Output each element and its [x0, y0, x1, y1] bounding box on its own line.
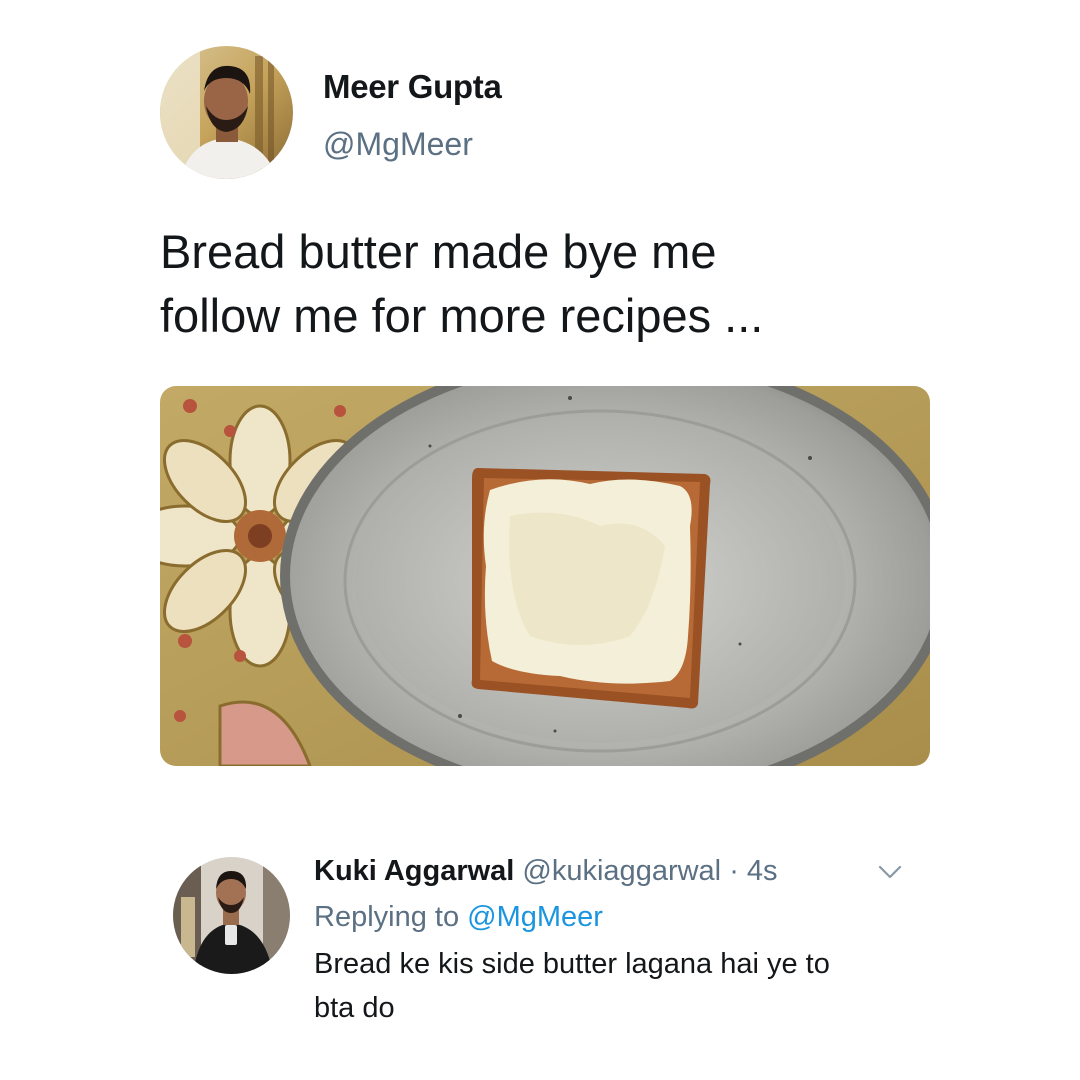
tweet-text-line: Bread butter made bye me: [160, 225, 717, 278]
reply-header: Kuki Aggarwal @kukiaggarwal · 4s: [314, 852, 934, 890]
reply-author-handle[interactable]: @kukiaggarwal: [522, 855, 721, 887]
reply-text-line: Bread ke kis side butter lagana hai ye t…: [314, 948, 830, 980]
tweet-header: Meer Gupta @MgMeer: [160, 46, 920, 182]
replying-to-handle-link[interactable]: @MgMeer: [467, 901, 603, 933]
reply-author-name[interactable]: Kuki Aggarwal: [314, 855, 514, 887]
reply-tweet[interactable]: Kuki Aggarwal @kukiaggarwal · 4s Replyin…: [314, 852, 934, 1030]
replying-to-line: Replying to @MgMeer: [314, 898, 934, 936]
tweet-photo[interactable]: [160, 386, 930, 766]
tweet-text-line: follow me for more recipes ...: [160, 289, 764, 342]
reply-text: Bread ke kis side butter lagana hai ye t…: [314, 942, 934, 1030]
author-name[interactable]: Meer Gupta: [323, 68, 502, 106]
author-avatar-image: [160, 46, 293, 179]
chevron-down-icon[interactable]: [876, 862, 904, 882]
reply-separator: ·: [729, 855, 739, 887]
replying-to-prefix: Replying to: [314, 901, 460, 933]
bread-butter-plate-photo: [160, 386, 930, 766]
reply-author-avatar[interactable]: [173, 857, 290, 974]
reply-author-avatar-image: [173, 857, 290, 974]
author-handle[interactable]: @MgMeer: [323, 126, 473, 163]
tweet-text: Bread butter made bye me follow me for m…: [160, 220, 940, 348]
author-avatar[interactable]: [160, 46, 293, 179]
reply-text-line: bta do: [314, 992, 395, 1024]
reply-timestamp[interactable]: 4s: [747, 855, 778, 887]
